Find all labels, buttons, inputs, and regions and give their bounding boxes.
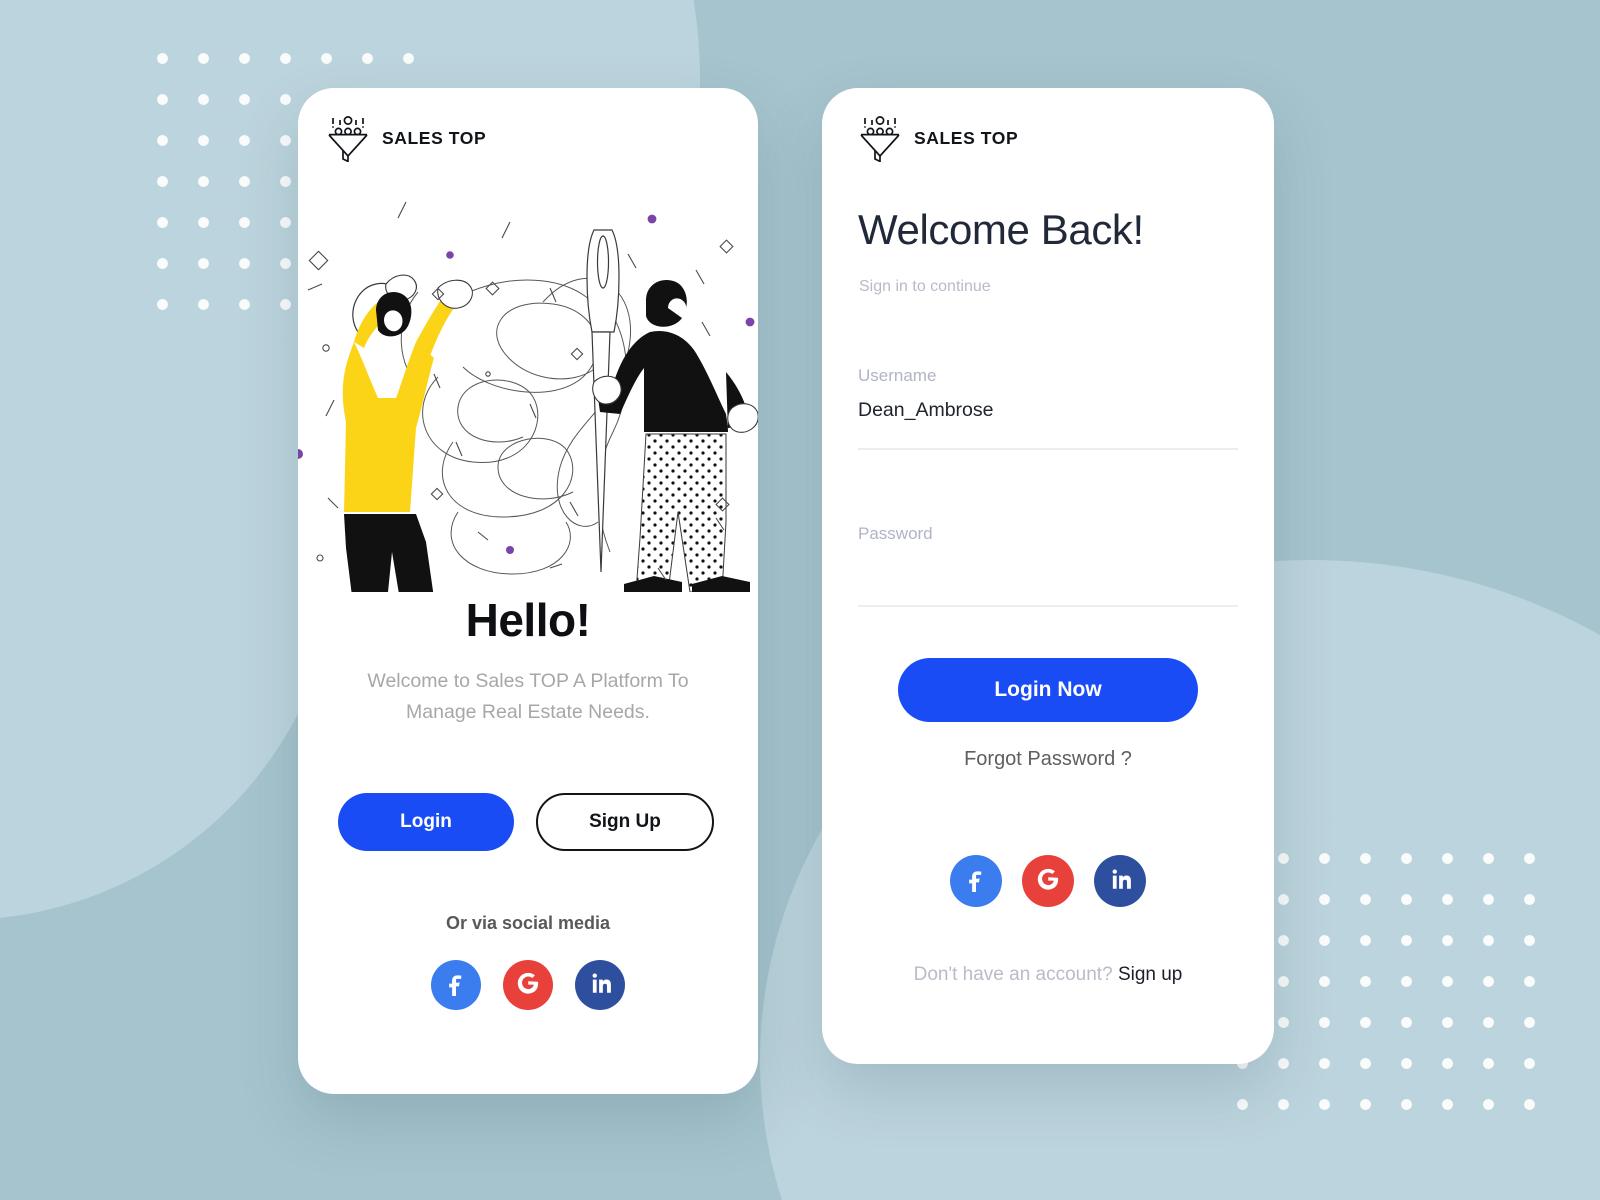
google-icon	[1035, 866, 1061, 897]
two-people-untangling-thread-illustration	[298, 192, 758, 616]
password-input[interactable]	[858, 555, 1238, 579]
google-login-button[interactable]	[1022, 855, 1074, 907]
login-now-button[interactable]: Login Now	[898, 658, 1198, 722]
facebook-login-button[interactable]	[431, 960, 481, 1010]
signup-prompt-text: Don't have an account?	[913, 964, 1113, 985]
password-field-group: Password	[858, 524, 1238, 607]
brand-name: SALES TOP	[914, 127, 1019, 148]
password-underline	[858, 605, 1238, 607]
login-card: SALES TOP Welcome Back! Sign in to conti…	[822, 88, 1274, 1064]
page-title: Hello!	[465, 594, 591, 646]
username-input[interactable]: Dean_Ambrose	[858, 399, 1238, 423]
google-login-button[interactable]	[503, 960, 553, 1010]
forgot-password-link[interactable]: Forgot Password ?	[822, 748, 1274, 771]
password-label: Password	[858, 524, 933, 543]
brand-logo: SALES TOP	[858, 114, 1019, 163]
onboarding-button-row: Login Sign Up	[338, 793, 718, 851]
social-login-row	[298, 960, 758, 1010]
linkedin-login-button[interactable]	[1094, 855, 1146, 907]
username-underline	[858, 448, 1238, 450]
tagline-text: Welcome to Sales TOP A Platform To Manag…	[367, 670, 689, 723]
onboarding-card: SALES TOP Hello! Welcome to Sales TOP A …	[298, 88, 758, 1094]
username-field-group: Username Dean_Ambrose	[858, 366, 1238, 450]
facebook-icon	[443, 970, 469, 1001]
page-subtitle: Sign in to continue	[859, 278, 991, 295]
signup-link[interactable]: Sign up	[1118, 964, 1182, 985]
brand-logo: SALES TOP	[326, 114, 487, 163]
signup-button[interactable]: Sign Up	[536, 793, 714, 851]
brand-name: SALES TOP	[382, 127, 487, 148]
facebook-icon	[963, 866, 989, 897]
page-title: Welcome Back!	[858, 206, 1144, 253]
facebook-login-button[interactable]	[950, 855, 1002, 907]
linkedin-login-button[interactable]	[575, 960, 625, 1010]
linkedin-icon	[587, 970, 613, 1001]
username-label: Username	[858, 366, 937, 385]
social-divider-label: Or via social media	[445, 913, 611, 933]
page-background	[0, 0, 1600, 1200]
sales-funnel-icon	[326, 114, 370, 163]
login-button[interactable]: Login	[338, 793, 514, 851]
linkedin-icon	[1107, 866, 1133, 897]
sales-funnel-icon	[858, 114, 902, 163]
signup-prompt-row: Don't have an account? Sign up	[822, 964, 1274, 986]
social-login-row	[822, 855, 1274, 907]
google-icon	[515, 970, 541, 1001]
